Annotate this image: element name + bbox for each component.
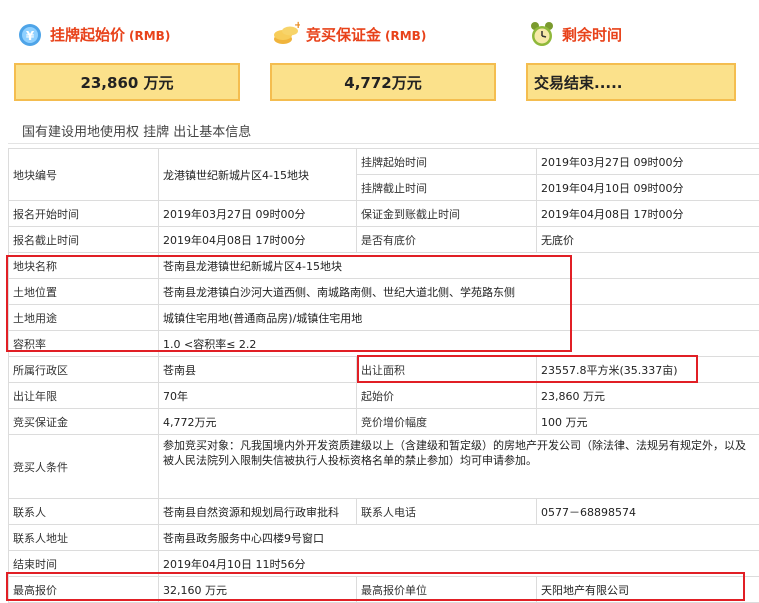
- deposit-value: 4,772万元: [270, 63, 496, 101]
- top-bid-value: 32,160 万元: [159, 577, 357, 603]
- bidder-cond-value: 参加竞买对象：凡我国境内外开发资质建级以上（含建级和暂定级）的房地产开发公司（除…: [159, 435, 759, 499]
- table-row: 所属行政区 苍南县 出让面积 23557.8平方米(35.337亩): [9, 357, 759, 383]
- top-bid-label: 最高报价: [9, 577, 159, 603]
- list-start-value: 2019年03月27日 09时00分: [537, 149, 759, 175]
- reserve-label: 是否有底价: [357, 227, 537, 253]
- top-bidder-value: 天阳地产有限公司: [537, 577, 759, 603]
- table-row: 竞买保证金 4,772万元 竞价增价幅度 100 万元: [9, 409, 759, 435]
- address-label: 联系人地址: [9, 525, 159, 551]
- deposit-panel: + 竞买保证金 (RMB) 4,772万元: [270, 12, 496, 101]
- start-price-title: 挂牌起始价: [50, 26, 125, 44]
- section-title: 国有建设用地使用权 挂牌 出让基本信息: [22, 121, 251, 140]
- parcel-name-label: 地块名称: [9, 253, 159, 279]
- far-value: 1.0 <容积率≤ 2.2: [159, 331, 759, 357]
- table-row: 报名截止时间 2019年04月08日 17时00分 是否有底价 无底价: [9, 227, 759, 253]
- parcel-name-value: 苍南县龙港镇世纪新城片区4-15地块: [159, 253, 759, 279]
- start-price-cell: 23,860 万元: [537, 383, 759, 409]
- increment-value: 100 万元: [537, 409, 759, 435]
- parcel-no-value: 龙港镇世纪新城片区4-15地块: [159, 149, 357, 201]
- table-row: 地块名称 苍南县龙港镇世纪新城片区4-15地块: [9, 253, 759, 279]
- deposit-deadline-label: 保证金到账截止时间: [357, 201, 537, 227]
- svg-text:¥: ¥: [26, 29, 35, 43]
- top-bidder-label: 最高报价单位: [357, 577, 537, 603]
- alarm-clock-icon: [528, 20, 556, 48]
- parcel-no-label: 地块编号: [9, 149, 159, 201]
- table-row: 报名开始时间 2019年03月27日 09时00分 保证金到账截止时间 2019…: [9, 201, 759, 227]
- bidder-cond-label: 竞买人条件: [9, 435, 159, 499]
- list-start-label: 挂牌起始时间: [357, 149, 537, 175]
- deposit-label: 竞买保证金: [9, 409, 159, 435]
- start-price-panel: ¥ 挂牌起始价 (RMB) 23,860 万元: [14, 12, 240, 101]
- gold-coin-icon: +: [272, 20, 300, 48]
- start-price-value: 23,860 万元: [14, 63, 240, 101]
- table-row: 地块编号 龙港镇世纪新城片区4-15地块 挂牌起始时间 2019年03月27日 …: [9, 149, 759, 175]
- table-row: 土地用途 城镇住宅用地(普通商品房)/城镇住宅用地: [9, 305, 759, 331]
- table-row: 联系人地址 苍南县政务服务中心四楼9号窗口: [9, 525, 759, 551]
- list-end-label: 挂牌截止时间: [357, 175, 537, 201]
- reg-start-label: 报名开始时间: [9, 201, 159, 227]
- transfer-info-table: 地块编号 龙港镇世纪新城片区4-15地块 挂牌起始时间 2019年03月27日 …: [8, 148, 759, 603]
- table-row: 土地位置 苍南县龙港镇白沙河大道西侧、南城路南侧、世纪大道北侧、学苑路东侧: [9, 279, 759, 305]
- reg-start-value: 2019年03月27日 09时00分: [159, 201, 357, 227]
- list-end-value: 2019年04月10日 09时00分: [537, 175, 759, 201]
- location-label: 土地位置: [9, 279, 159, 305]
- reg-end-value: 2019年04月08日 17时00分: [159, 227, 357, 253]
- remaining-time-panel: 剩余时间 交易结束.....: [526, 12, 736, 101]
- svg-text:+: +: [294, 20, 300, 31]
- phone-label: 联系人电话: [357, 499, 537, 525]
- usage-label: 土地用途: [9, 305, 159, 331]
- remaining-time-title: 剩余时间: [562, 26, 622, 44]
- area-value: 23557.8平方米(35.337亩): [537, 357, 759, 383]
- end-time-value: 2019年04月10日 11时56分: [159, 551, 759, 577]
- deposit-title: 竞买保证金: [306, 26, 381, 44]
- table-row: 容积率 1.0 <容积率≤ 2.2: [9, 331, 759, 357]
- contact-value: 苍南县自然资源和规划局行政审批科: [159, 499, 357, 525]
- address-value: 苍南县政务服务中心四楼9号窗口: [159, 525, 759, 551]
- remaining-time-value: 交易结束.....: [526, 63, 736, 101]
- term-label: 出让年限: [9, 383, 159, 409]
- table-row: 出让年限 70年 起始价 23,860 万元: [9, 383, 759, 409]
- money-bag-icon: ¥: [16, 20, 44, 48]
- deposit-deadline-value: 2019年04月08日 17时00分: [537, 201, 759, 227]
- phone-value: 0577－68898574: [537, 499, 759, 525]
- far-label: 容积率: [9, 331, 159, 357]
- term-value: 70年: [159, 383, 357, 409]
- table-row: 最高报价 32,160 万元 最高报价单位 天阳地产有限公司: [9, 577, 759, 603]
- table-row: 联系人 苍南县自然资源和规划局行政审批科 联系人电话 0577－68898574: [9, 499, 759, 525]
- usage-value: 城镇住宅用地(普通商品房)/城镇住宅用地: [159, 305, 759, 331]
- location-value: 苍南县龙港镇白沙河大道西侧、南城路南侧、世纪大道北侧、学苑路东侧: [159, 279, 759, 305]
- start-price-label: 起始价: [357, 383, 537, 409]
- contact-label: 联系人: [9, 499, 159, 525]
- deposit-cell: 4,772万元: [159, 409, 357, 435]
- district-label: 所属行政区: [9, 357, 159, 383]
- increment-label: 竞价增价幅度: [357, 409, 537, 435]
- district-value: 苍南县: [159, 357, 357, 383]
- table-row: 结束时间 2019年04月10日 11时56分: [9, 551, 759, 577]
- end-time-label: 结束时间: [9, 551, 159, 577]
- reg-end-label: 报名截止时间: [9, 227, 159, 253]
- section-divider: [8, 143, 759, 144]
- area-label: 出让面积: [357, 357, 537, 383]
- summary-bar: ¥ 挂牌起始价 (RMB) 23,860 万元 + 竞买保证金 (RMB) 4,77…: [0, 0, 759, 108]
- reserve-value: 无底价: [537, 227, 759, 253]
- start-price-unit: (RMB): [129, 29, 170, 43]
- deposit-unit: (RMB): [385, 29, 426, 43]
- table-row: 竞买人条件 参加竞买对象：凡我国境内外开发资质建级以上（含建级和暂定级）的房地产…: [9, 435, 759, 499]
